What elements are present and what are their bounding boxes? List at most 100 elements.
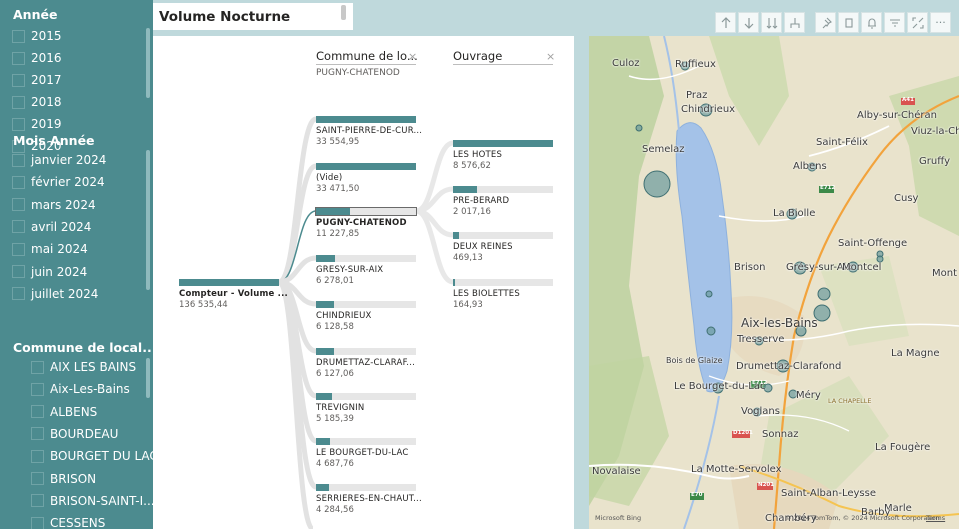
checkbox-icon[interactable] <box>12 287 25 301</box>
checkbox-icon[interactable] <box>31 472 44 485</box>
road-shield-label: E70 <box>691 492 703 498</box>
node-label: DRUMETTAZ-CLARAF... <box>316 358 415 368</box>
ouvrage-node[interactable]: LES HOTES 8 576,62 <box>453 140 553 171</box>
slicer-mois-item[interactable]: mars 2024 <box>12 195 96 215</box>
slicer-commune-item[interactable]: AIX LES BAINS <box>31 357 136 377</box>
slicer-annee-item[interactable]: 2018 <box>12 92 62 112</box>
mois-scrollbar[interactable] <box>146 150 150 290</box>
focus-mode-icon[interactable] <box>907 12 928 33</box>
checkbox-icon[interactable] <box>12 117 25 131</box>
slicer-annee-item[interactable]: 2016 <box>12 48 62 68</box>
checkbox-icon[interactable] <box>12 220 25 234</box>
node-bar <box>316 255 335 262</box>
root-node-value: 136 535,44 <box>179 300 228 310</box>
checkbox-icon[interactable] <box>31 405 44 419</box>
node-label: CHINDRIEUX <box>316 311 372 321</box>
checkbox-icon[interactable] <box>12 95 25 109</box>
map-label: Sonnaz <box>762 429 799 440</box>
checkbox-icon[interactable] <box>31 382 44 396</box>
map-copyright: © 2024 TomTom, © 2024 Microsoft Corporat… <box>785 514 940 522</box>
slicer-mois-item[interactable]: mai 2024 <box>12 239 88 259</box>
slicer-mois-item[interactable]: avril 2024 <box>12 217 91 237</box>
slicer-mois-item[interactable]: janvier 2024 <box>12 150 106 170</box>
pin-icon[interactable] <box>815 12 836 33</box>
slicer-commune-item[interactable]: BOURDEAU <box>31 424 118 444</box>
checkbox-icon[interactable] <box>31 360 44 374</box>
ouvrage-node[interactable]: DEUX REINES 469,13 <box>453 232 553 263</box>
checkbox-icon[interactable] <box>12 198 25 212</box>
expand-hierarchy-icon[interactable] <box>784 12 805 33</box>
checkbox-icon[interactable] <box>12 153 25 167</box>
node-bar-track <box>316 484 416 491</box>
commune-node[interactable]: DRUMETTAZ-CLARAF... 6 127,06 <box>316 348 416 379</box>
map-label: Semelaz <box>642 144 685 155</box>
slicer-commune-item-label: BRISON <box>50 471 97 486</box>
slicer-commune-item[interactable]: BRISON <box>31 469 96 489</box>
node-label: TREVIGNIN <box>316 403 365 413</box>
slicer-commune-item[interactable]: Aix-Les-Bains <box>31 379 130 399</box>
slicer-annee-item-label: 2019 <box>31 117 62 131</box>
slicer-commune-item[interactable]: CESSENS <box>31 513 105 529</box>
slicer-mois-item[interactable]: juin 2024 <box>12 262 87 282</box>
node-bar-track <box>316 393 416 400</box>
map-visual[interactable]: Culoz Ruffieux Praz Chindrieux Alby-sur-Chér… <box>589 36 959 529</box>
arrow-up-icon[interactable] <box>715 12 736 33</box>
map-label: Drumettaz-Clarafond <box>736 361 842 372</box>
filter-icon[interactable] <box>884 12 905 33</box>
commune-node[interactable]: (Vide) 33 471,50 <box>316 163 416 194</box>
commune-column-header[interactable]: Commune de lo... <box>316 49 418 63</box>
double-arrow-down-icon[interactable] <box>761 12 782 33</box>
checkbox-icon[interactable] <box>12 51 25 65</box>
ouvrage-column-close-icon[interactable]: × <box>546 50 555 63</box>
map-logo-text: Microsoft Bing <box>595 514 642 522</box>
ouvrage-node[interactable]: PRE-BERARD 2 017,16 <box>453 186 553 217</box>
commune-scrollbar[interactable] <box>146 358 150 398</box>
slicer-annee-item-label: 2018 <box>31 95 62 109</box>
commune-node[interactable]: TREVIGNIN 5 185,39 <box>316 393 416 424</box>
more-options-icon[interactable]: ··· <box>930 12 951 33</box>
map-label: Albens <box>793 161 827 172</box>
slicer-commune-item[interactable]: BOURGET DU LAC <box>31 446 153 466</box>
checkbox-icon[interactable] <box>12 175 25 189</box>
commune-column-close-icon[interactable]: × <box>408 50 417 63</box>
checkbox-icon[interactable] <box>12 242 25 256</box>
checkbox-icon[interactable] <box>31 449 44 463</box>
slicer-annee-item[interactable]: 2019 <box>12 114 62 134</box>
slicer-commune-item[interactable]: ALBENS <box>31 402 97 422</box>
node-label: LE BOURGET-DU-LAC <box>316 448 409 458</box>
node-value: 5 185,39 <box>316 414 354 424</box>
commune-node[interactable]: LE BOURGET-DU-LAC 4 687,76 <box>316 438 416 469</box>
commune-node[interactable]: GRESY-SUR-AIX 6 278,01 <box>316 255 416 286</box>
commune-node[interactable]: SERRIERES-EN-CHAUT... 4 284,56 <box>316 484 422 515</box>
checkbox-icon[interactable] <box>12 265 25 278</box>
commune-node[interactable]: PUGNY-CHATENOD 11 227,85 <box>315 207 417 239</box>
ouvrage-column-header[interactable]: Ouvrage <box>453 49 502 63</box>
map-label: Tresserve <box>737 334 785 345</box>
commune-node[interactable]: CHINDRIEUX 6 128,58 <box>316 301 416 332</box>
checkbox-icon[interactable] <box>12 73 25 87</box>
arrow-down-icon[interactable] <box>738 12 759 33</box>
ouvrage-node[interactable]: LES BIOLETTES 164,93 <box>453 279 553 310</box>
copy-icon[interactable] <box>838 12 859 33</box>
map-label: Viuz-la-Ch <box>911 126 959 137</box>
slicer-annee-item[interactable]: 2017 <box>12 70 62 90</box>
slicer-annee-item[interactable]: 2015 <box>12 26 62 46</box>
bell-icon[interactable] <box>861 12 882 33</box>
slicer-mois-item[interactable]: février 2024 <box>12 172 105 192</box>
commune-node[interactable]: SAINT-PIERRE-DE-CUR... 33 554,95 <box>316 116 422 147</box>
node-bar <box>316 116 416 123</box>
title-scrollbar[interactable] <box>341 5 346 20</box>
slicer-mois-item[interactable]: juillet 2024 <box>12 284 98 304</box>
root-node[interactable]: Compteur - Volume ... 136 535,44 <box>179 279 288 310</box>
annee-scrollbar[interactable] <box>146 28 150 98</box>
map-label: La Motte-Servolex <box>691 464 782 475</box>
checkbox-icon[interactable] <box>31 494 44 508</box>
map-terms-link[interactable]: Terms <box>926 514 945 522</box>
checkbox-icon[interactable] <box>12 29 25 43</box>
node-value: 164,93 <box>453 300 483 310</box>
checkbox-icon[interactable] <box>31 516 44 529</box>
tree-link <box>415 186 454 214</box>
checkbox-icon[interactable] <box>31 427 44 441</box>
map-label: Praz <box>686 90 708 101</box>
slicer-commune-item[interactable]: BRISON-SAINT-I... <box>31 491 153 511</box>
